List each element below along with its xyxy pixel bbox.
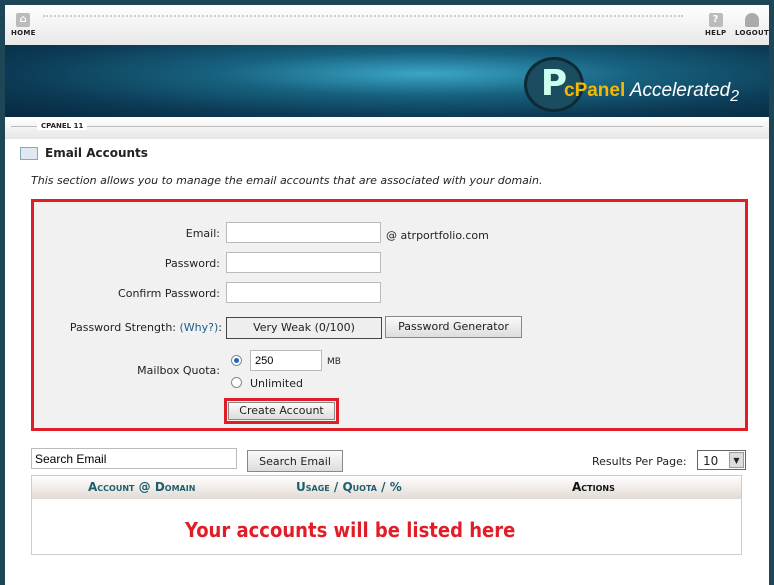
column-account-domain[interactable]: Account @ Domain <box>88 480 195 494</box>
logout-link[interactable]: LOGOUT <box>735 13 769 37</box>
help-link[interactable]: ? HELP <box>705 13 726 37</box>
home-label: HOME <box>11 29 36 37</box>
search-email-button[interactable]: Search Email <box>247 450 343 472</box>
rpp-value: 10 <box>703 454 719 468</box>
chevron-down-icon[interactable]: ▼ <box>729 452 744 468</box>
home-link[interactable]: ⌂ HOME <box>11 13 36 37</box>
domain-label: @ atrportfolio.com <box>386 229 489 242</box>
create-account-form: Email: @ atrportfolio.com Password: Conf… <box>31 199 748 431</box>
search-email-input[interactable] <box>31 448 237 469</box>
create-account-button[interactable]: Create Account <box>228 402 335 420</box>
unlimited-label: Unlimited <box>250 377 303 390</box>
password-label: Password: <box>164 257 220 270</box>
top-bar: ⌂ HOME ? HELP LOGOUT <box>5 5 769 45</box>
why-link[interactable]: (Why?) <box>180 321 219 334</box>
breadcrumb: CPANEL 11 <box>5 117 769 139</box>
password-input[interactable] <box>226 252 381 273</box>
quota-input[interactable] <box>250 350 322 371</box>
home-icon: ⌂ <box>16 13 31 27</box>
results-per-page-label: Results Per Page: <box>592 455 687 468</box>
create-account-highlight: Create Account <box>224 398 339 424</box>
password-strength-meter: Very Weak (0/100) <box>226 317 382 339</box>
column-usage-quota[interactable]: Usage / Quota / % <box>296 480 402 494</box>
divider <box>43 15 683 17</box>
table-header: Account @ Domain Usage / Quota / % Actio… <box>32 476 741 499</box>
results-per-page-select[interactable]: 10 ▼ <box>697 450 746 470</box>
password-strength-label: Password Strength: (Why?): <box>69 321 222 334</box>
password-generator-button[interactable]: Password Generator <box>385 316 522 338</box>
quota-unlimited-radio[interactable] <box>231 377 242 388</box>
quota-limited-radio[interactable] <box>231 355 242 366</box>
page-title: Email Accounts <box>20 146 148 160</box>
strength-label-text: Password Strength: <box>69 321 176 334</box>
page-description: This section allows you to manage the em… <box>31 174 543 187</box>
confirm-password-label: Confirm Password: <box>118 287 220 300</box>
breadcrumb-item[interactable]: CPANEL 11 <box>37 122 88 130</box>
empty-list-message: Your accounts will be listed here <box>185 518 516 542</box>
confirm-password-input[interactable] <box>226 282 381 303</box>
help-label: HELP <box>705 29 727 37</box>
email-input[interactable] <box>226 222 381 243</box>
quota-unit: MB <box>327 357 341 367</box>
banner: PcPanel Accelerated2 <box>5 45 769 117</box>
logout-label: LOGOUT <box>735 29 770 37</box>
mailbox-quota-label: Mailbox Quota: <box>137 364 220 377</box>
title-text: Email Accounts <box>45 146 148 160</box>
column-actions: Actions <box>572 480 615 494</box>
accounts-table: Account @ Domain Usage / Quota / % Actio… <box>31 475 742 555</box>
email-label: Email: <box>185 227 220 240</box>
user-icon <box>745 13 760 27</box>
cpanel-logo: PcPanel Accelerated2 <box>524 57 739 112</box>
help-icon: ? <box>708 13 723 27</box>
envelope-icon <box>20 146 38 160</box>
